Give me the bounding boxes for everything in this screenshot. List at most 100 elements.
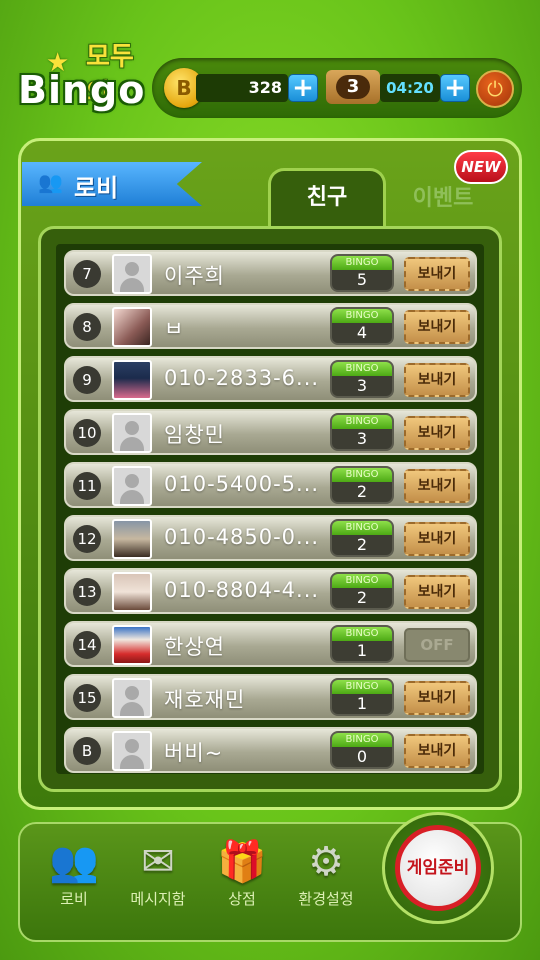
friend-row[interactable]: 14 한상연 BINGO 1 OFF (64, 621, 477, 667)
nav-shop[interactable]: 🎁 상점 (202, 836, 282, 909)
power-icon: ⏻ (487, 77, 503, 101)
new-badge: NEW (454, 150, 508, 184)
send-button[interactable]: 보내기 (404, 681, 470, 715)
nav-lobby[interactable]: 👥 로비 (34, 836, 114, 909)
avatar (112, 625, 152, 665)
friend-row[interactable]: 10 임창민 BINGO 3 보내기 (64, 409, 477, 455)
avatar (112, 572, 152, 612)
ticket-counter: 3 (326, 70, 380, 104)
bingo-count-badge: BINGO 4 (330, 307, 394, 345)
bingo-count: 4 (356, 323, 368, 342)
friend-name: 버비~ (164, 741, 224, 765)
friend-name: 010-5400-5... (164, 472, 320, 496)
game-ready-button[interactable]: 게임준비 (395, 825, 481, 911)
bingo-logo: 모두의 Bingo ★ (10, 34, 152, 118)
friend-rank: B (73, 737, 101, 765)
bingo-label: BINGO (332, 256, 392, 270)
section-ribbon: 👥 로비 (22, 162, 202, 206)
send-button[interactable]: 보내기 (404, 734, 470, 768)
logo-english-text: Bingo (18, 68, 146, 112)
bingo-label: BINGO (332, 415, 392, 429)
bingo-label: BINGO (332, 574, 392, 588)
bingo-label: BINGO (332, 733, 392, 747)
avatar (112, 519, 152, 559)
bingo-count-badge: BINGO 1 (330, 625, 394, 663)
friend-rank: 14 (73, 631, 101, 659)
friend-row[interactable]: 12 010-4850-0... BINGO 2 보내기 (64, 515, 477, 561)
bingo-count-badge: BINGO 2 (330, 572, 394, 610)
send-button: OFF (404, 628, 470, 662)
friend-rank: 8 (73, 313, 101, 341)
gift-box-icon: 🎁 (217, 839, 267, 885)
bingo-label: BINGO (332, 468, 392, 482)
send-button[interactable]: 보내기 (404, 575, 470, 609)
nav-messages-label: 메시지함 (130, 890, 186, 908)
bingo-count-badge: BINGO 2 (330, 466, 394, 504)
send-button[interactable]: 보내기 (404, 416, 470, 450)
friend-row[interactable]: 8 ㅂ BINGO 4 보내기 (64, 303, 477, 349)
add-coins-button[interactable]: + (288, 74, 318, 102)
avatar (112, 360, 152, 400)
send-button[interactable]: 보내기 (404, 522, 470, 556)
friend-row[interactable]: 7 이주희 BINGO 5 보내기 (64, 250, 477, 296)
power-button[interactable]: ⏻ (476, 70, 514, 108)
bingo-count: 2 (356, 588, 368, 607)
send-button[interactable]: 보내기 (404, 469, 470, 503)
friend-name: 010-2833-6... (164, 366, 320, 390)
bingo-count-badge: BINGO 1 (330, 678, 394, 716)
nav-shop-label: 상점 (228, 890, 256, 908)
friend-row[interactable]: 13 010-8804-4... BINGO 2 보내기 (64, 568, 477, 614)
nav-messages[interactable]: ✉ 메시지함 (118, 836, 198, 909)
friend-row[interactable]: 9 010-2833-6... BINGO 3 보내기 (64, 356, 477, 402)
friend-rank: 11 (73, 472, 101, 500)
bingo-count: 2 (356, 535, 368, 554)
bingo-count: 5 (356, 270, 368, 289)
avatar (112, 413, 152, 453)
envelope-icon: ✉ (141, 839, 175, 885)
bingo-count: 1 (356, 641, 368, 660)
ticket-timer: 04:20 (380, 74, 440, 102)
send-button[interactable]: 보내기 (404, 310, 470, 344)
friend-rank: 12 (73, 525, 101, 553)
tab-friends[interactable]: 친구 (268, 168, 386, 228)
section-title: 로비 (74, 174, 119, 202)
bingo-count-badge: BINGO 2 (330, 519, 394, 557)
friend-name: 한상연 (164, 635, 225, 659)
bingo-count-badge: BINGO 3 (330, 413, 394, 451)
nav-lobby-label: 로비 (60, 890, 88, 908)
people-icon: 👥 (49, 839, 99, 885)
friend-rank: 9 (73, 366, 101, 394)
send-button[interactable]: 보내기 (404, 363, 470, 397)
bingo-count-badge: BINGO 5 (330, 254, 394, 292)
friend-rank: 15 (73, 684, 101, 712)
friend-name: 010-8804-4... (164, 578, 320, 602)
bingo-label: BINGO (332, 521, 392, 535)
nav-settings[interactable]: ⚙ 환경설정 (286, 836, 366, 909)
friend-row[interactable]: B 버비~ BINGO 0 보내기 (64, 727, 477, 773)
friend-rank: 13 (73, 578, 101, 606)
bingo-label: BINGO (332, 309, 392, 323)
bingo-count: 1 (356, 694, 368, 713)
bingo-count: 3 (356, 376, 368, 395)
friend-rank: 7 (73, 260, 101, 288)
people-icon: 👥 (38, 170, 63, 194)
add-tickets-button[interactable]: + (440, 74, 470, 102)
friend-name: 010-4850-0... (164, 525, 320, 549)
bingo-count-badge: BINGO 3 (330, 360, 394, 398)
friend-name: 재호재민 (164, 688, 246, 712)
bingo-count: 3 (356, 429, 368, 448)
avatar (112, 678, 152, 718)
bingo-count-badge: BINGO 0 (330, 731, 394, 769)
bingo-label: BINGO (332, 627, 392, 641)
nav-settings-label: 환경설정 (298, 890, 354, 908)
avatar (112, 731, 152, 771)
friend-name: 임창민 (164, 423, 225, 447)
friend-row[interactable]: 15 재호재민 BINGO 1 보내기 (64, 674, 477, 720)
friend-name: ㅂ (164, 317, 185, 341)
avatar (112, 307, 152, 347)
friend-rank: 10 (73, 419, 101, 447)
friend-row[interactable]: 11 010-5400-5... BINGO 2 보내기 (64, 462, 477, 508)
bingo-label: BINGO (332, 680, 392, 694)
avatar (112, 466, 152, 506)
send-button[interactable]: 보내기 (404, 257, 470, 291)
